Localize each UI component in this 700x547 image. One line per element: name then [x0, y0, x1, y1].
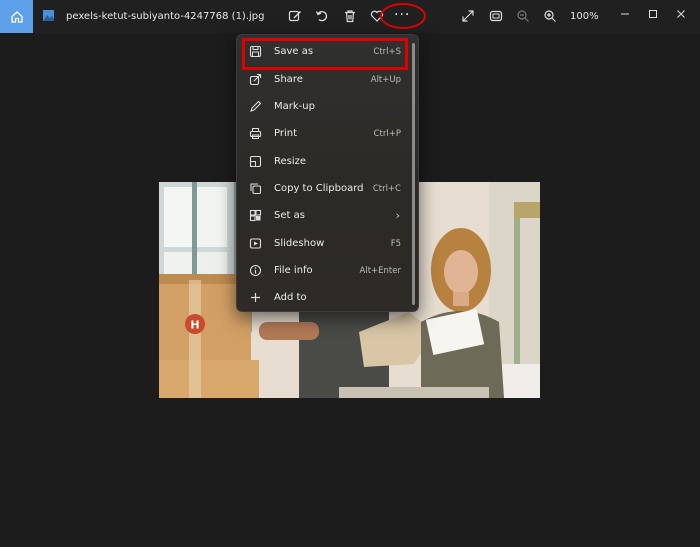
box-logo: H — [190, 319, 199, 332]
slideshow-icon — [249, 237, 263, 251]
rotate-icon — [315, 10, 328, 22]
menu-item-set-as[interactable]: Set as › — [237, 203, 418, 230]
menu-item-file-info[interactable]: File info Alt+Enter — [237, 258, 418, 285]
minimize-icon — [621, 13, 629, 15]
home-button[interactable] — [0, 0, 33, 33]
submenu-chevron-icon: › — [395, 209, 400, 222]
rotate-button[interactable] — [314, 8, 330, 24]
copy-icon — [249, 182, 263, 196]
zoom-in-button[interactable] — [542, 8, 558, 24]
menu-item-copy-to-clipboard[interactable]: Copy to Clipboard Ctrl+C — [237, 176, 418, 203]
title-bar: pexels-ketut-subiyanto-4247768 (1).jpg ·… — [0, 0, 700, 33]
trash-icon — [345, 10, 355, 23]
menu-item-shortcut: Alt+Up — [370, 75, 401, 85]
zoom-level[interactable]: 100% — [570, 11, 599, 22]
menu-item-mark-up[interactable]: Mark-up — [237, 94, 418, 121]
fit-screen-icon — [489, 10, 503, 22]
menu-item-label: Copy to Clipboard — [274, 183, 364, 194]
maximize-icon — [649, 10, 657, 18]
more-options-button[interactable]: ··· — [394, 7, 410, 23]
info-icon — [249, 264, 263, 278]
menu-item-slideshow[interactable]: Slideshow F5 — [237, 231, 418, 258]
file-name: pexels-ketut-subiyanto-4247768 (1).jpg — [66, 11, 265, 22]
menu-item-shortcut: F5 — [390, 239, 401, 249]
menu-item-resize[interactable]: Resize — [237, 149, 418, 176]
fullscreen-button[interactable] — [460, 8, 476, 24]
menu-item-add-to[interactable]: Add to — [237, 285, 418, 312]
edit-image-icon — [288, 10, 301, 22]
menu-item-shortcut: Ctrl+C — [372, 184, 401, 194]
home-icon — [10, 10, 23, 23]
menu-item-label: Slideshow — [274, 238, 325, 249]
menu-item-shortcut: Ctrl+P — [373, 129, 401, 139]
menu-item-shortcut: Alt+Enter — [359, 266, 401, 276]
more-options-menu: Save as Ctrl+S Share Alt+Up Mark-up Prin… — [236, 34, 419, 312]
menu-item-print[interactable]: Print Ctrl+P — [237, 121, 418, 148]
menu-item-label: Mark-up — [274, 101, 315, 112]
menu-item-label: File info — [274, 265, 313, 276]
image-file-icon — [43, 10, 54, 21]
maximize-button[interactable] — [645, 6, 661, 22]
annotation-highlight-box — [242, 38, 408, 70]
delete-button[interactable] — [342, 8, 358, 24]
share-icon — [249, 73, 263, 87]
edit-image-button[interactable] — [287, 8, 303, 24]
zoom-out-icon — [517, 10, 529, 22]
close-button[interactable] — [673, 6, 689, 22]
set-as-icon — [249, 209, 263, 223]
expand-icon — [462, 10, 474, 22]
menu-item-label: Resize — [274, 156, 307, 167]
fit-to-window-button[interactable] — [488, 8, 504, 24]
menu-item-label: Add to — [274, 292, 307, 303]
printer-icon — [249, 127, 263, 141]
menu-item-label: Set as — [274, 210, 305, 221]
pen-icon — [249, 100, 263, 114]
minimize-button[interactable] — [617, 6, 633, 22]
zoom-out-button[interactable] — [515, 8, 531, 24]
resize-icon — [249, 155, 263, 169]
menu-item-share[interactable]: Share Alt+Up — [237, 67, 418, 94]
plus-icon — [249, 291, 263, 305]
zoom-in-icon — [544, 10, 556, 22]
menu-item-label: Share — [274, 74, 303, 85]
menu-item-label: Print — [274, 128, 298, 139]
close-icon — [677, 10, 685, 18]
